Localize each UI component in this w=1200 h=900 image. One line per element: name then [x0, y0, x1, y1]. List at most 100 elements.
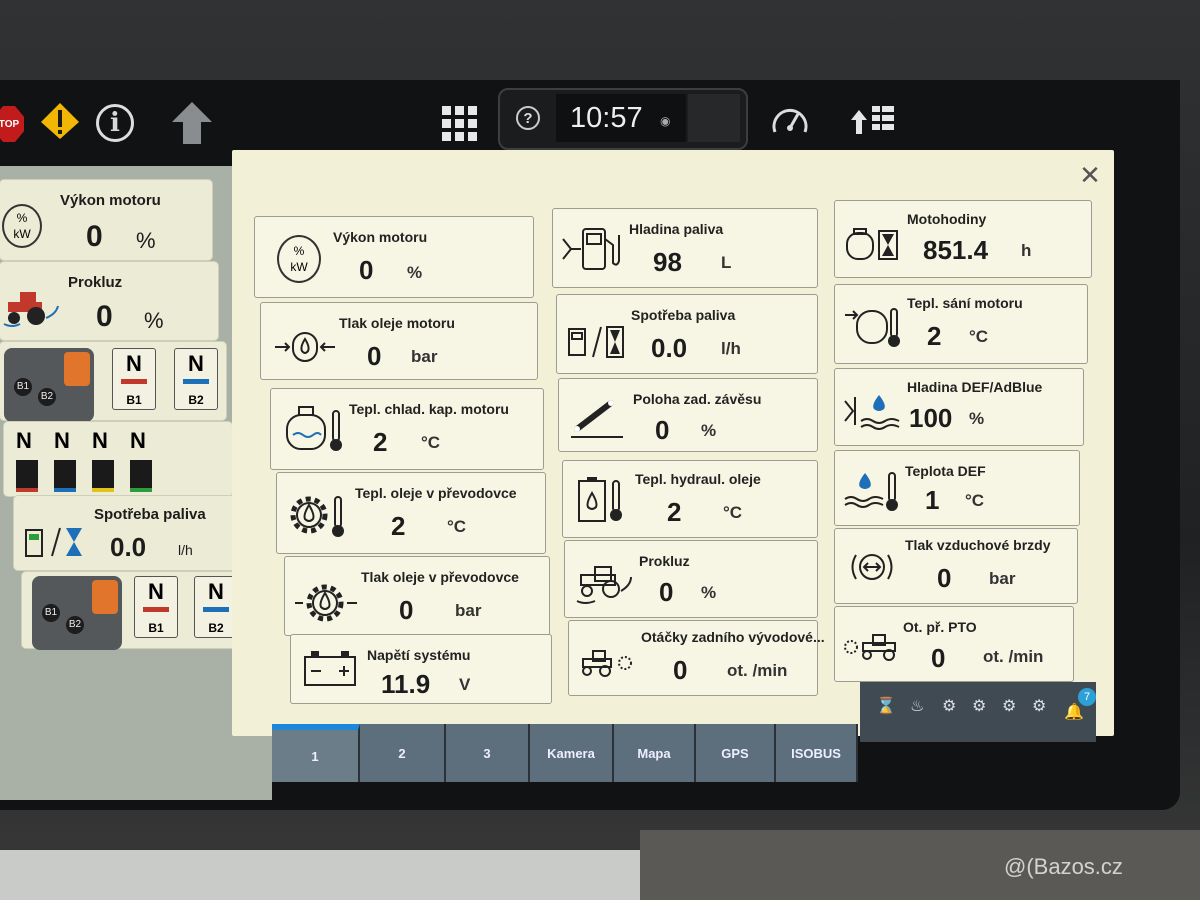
card-unit: %: [701, 421, 717, 440]
valve-label: B2: [208, 621, 224, 635]
card-def-temp[interactable]: Teplota DEF 1 °C: [834, 450, 1080, 526]
cylinder-icon: [121, 379, 147, 384]
arrow-list-icon[interactable]: [850, 100, 900, 140]
card-def-level[interactable]: Hladina DEF/AdBlue 100 %: [834, 368, 1084, 446]
tab-gps[interactable]: GPS: [696, 724, 776, 782]
help-icon[interactable]: ?: [516, 106, 540, 130]
info-panel: ✕ % kW Výkon motoru 0 % Tlak oleje motoru…: [232, 150, 1114, 736]
close-icon[interactable]: ✕: [1077, 162, 1103, 188]
clock-panel: 10:57 ◉: [556, 94, 686, 142]
card-intake-air-temp[interactable]: Tepl. sání motoru 2 °C: [834, 284, 1088, 364]
card-engine-hours[interactable]: Motohodiny 851.4 h: [834, 200, 1092, 278]
pto-status-icon[interactable]: ⚙: [1032, 696, 1046, 716]
card-system-voltage[interactable]: Napětí systému 11.9 V: [290, 634, 552, 704]
card-value: 0: [367, 341, 382, 371]
widget-slip[interactable]: Prokluz 0 %: [0, 262, 218, 340]
joystick-control-icon: B1 B2: [4, 348, 94, 422]
card-title: Poloha zad. závěsu: [633, 391, 762, 407]
widget-valves-1[interactable]: B1 B2 N B1 N B2: [0, 342, 226, 422]
card-fuel-consumption[interactable]: Spotřeba paliva 0.0 l/h: [556, 294, 818, 374]
valve-b1[interactable]: N B1: [134, 576, 178, 638]
card-transmission-oil-pressure[interactable]: Tlak oleje v převodovce 0 bar: [284, 556, 550, 636]
valve-b2[interactable]: N B2: [174, 348, 218, 410]
front-hitch-status-icon[interactable]: ⚙: [972, 696, 986, 716]
tab-mapa[interactable]: Mapa: [614, 724, 696, 782]
tab-3[interactable]: 3: [446, 724, 530, 782]
remote-3-icon: [92, 460, 114, 492]
card-title: Výkon motoru: [333, 229, 428, 245]
wiper-icon[interactable]: ♨: [910, 696, 924, 716]
card-title: Tlak oleje v převodovce: [361, 569, 519, 585]
card-title: Hladina DEF/AdBlue: [907, 379, 1043, 395]
card-unit: V: [459, 675, 471, 694]
valve-b1[interactable]: N B1: [112, 348, 156, 410]
card-air-brake-pressure[interactable]: Tlak vzduchové brzdy 0 bar: [834, 528, 1078, 604]
engine-icon-top-label: %: [16, 211, 28, 225]
card-unit: %: [969, 409, 985, 428]
widget-title: Výkon motoru: [60, 192, 161, 209]
tab-kamera[interactable]: Kamera: [530, 724, 614, 782]
hourglass-icon[interactable]: ⌛: [876, 696, 896, 716]
widget-title: Prokluz: [68, 274, 123, 291]
gauge-icon[interactable]: [770, 102, 810, 142]
valve-label: B2: [188, 393, 204, 407]
card-value: 0: [673, 655, 688, 685]
card-title: Tepl. chlad. kap. motoru: [349, 401, 509, 417]
stop-icon[interactable]: TOP: [0, 106, 24, 142]
notification-badge: 7: [1078, 688, 1096, 706]
card-unit: °C: [447, 517, 467, 536]
card-slip[interactable]: Prokluz 0 %: [564, 540, 818, 618]
card-hydraulic-oil-temp[interactable]: Tepl. hydraul. oleje 2 °C: [562, 460, 818, 538]
card-transmission-oil-temp[interactable]: Tepl. oleje v převodovce 2 °C: [276, 472, 546, 554]
widget-unit: %: [136, 228, 156, 253]
card-coolant-temp[interactable]: Tepl. chlad. kap. motoru 2 °C: [270, 388, 544, 470]
ctrl-button: [92, 580, 118, 614]
transmission-temp-icon: [290, 496, 344, 537]
transmission-pressure-icon: [295, 584, 357, 622]
tab-2[interactable]: 2: [360, 724, 446, 782]
remote-1-state: N: [16, 428, 32, 453]
card-value: 2: [667, 497, 682, 527]
card-value: 11.9: [381, 669, 431, 699]
hitch-status-icon[interactable]: ⚙: [942, 696, 956, 716]
oil-pressure-icon: [275, 332, 335, 362]
widget-engine-power[interactable]: % kW Výkon motoru 0 %: [0, 180, 212, 260]
def-level-icon: [844, 395, 900, 430]
card-title: Otáčky zadního vývodové...: [641, 629, 825, 645]
widget-valves-2[interactable]: B1 B2 N B1 N B2: [22, 572, 248, 650]
info-icon[interactable]: i: [96, 104, 134, 142]
card-value: 0: [659, 577, 674, 607]
engine-icon-top-label: %: [293, 244, 305, 258]
background-floor: [0, 850, 640, 900]
warning-icon[interactable]: [40, 102, 80, 140]
card-front-pto-speed[interactable]: Ot. př. PTO 0 ot. /min: [834, 606, 1074, 682]
up-arrow-icon[interactable]: [170, 100, 214, 146]
ctrl-b2-label: B2: [66, 616, 84, 634]
card-rear-pto-speed[interactable]: Otáčky zadního vývodové... 0 ot. /min: [568, 620, 825, 696]
card-title: Teplota DEF: [905, 463, 986, 479]
tractor-slip-icon: [3, 292, 59, 327]
widget-remotes[interactable]: N N N N: [4, 422, 232, 496]
widget-fuel-consumption[interactable]: Spotřeba paliva 0.0 l/h: [14, 496, 240, 570]
valve-state: N: [208, 579, 224, 604]
widget-value: 0: [96, 300, 113, 333]
card-engine-power[interactable]: % kW Výkon motoru 0 %: [254, 216, 534, 298]
card-unit: %: [701, 583, 717, 602]
remote-4-state: N: [130, 428, 146, 453]
tab-1[interactable]: 1: [272, 724, 360, 782]
card-title: Prokluz: [639, 553, 690, 569]
air-brake-icon: [851, 554, 893, 580]
card-rear-hitch-position[interactable]: Poloha zad. závěsu 0 %: [558, 378, 818, 452]
fuel-consumption-icon: [568, 326, 624, 358]
engine-power-icon: % kW: [277, 235, 321, 283]
app-grid-icon[interactable]: [440, 106, 480, 142]
fuel-level-icon: [562, 228, 620, 270]
card-fuel-level[interactable]: Hladina paliva 98 L: [552, 208, 818, 288]
card-title: Hladina paliva: [629, 221, 724, 237]
tab-isobus[interactable]: ISOBUS: [776, 724, 858, 782]
card-value: 0: [655, 415, 670, 445]
rear-pto-icon: [582, 650, 632, 677]
card-engine-oil-pressure[interactable]: Tlak oleje motoru 0 bar: [260, 302, 538, 380]
bell-icon[interactable]: 🔔: [1064, 702, 1084, 722]
auto-status-icon[interactable]: ⚙: [1002, 696, 1016, 716]
